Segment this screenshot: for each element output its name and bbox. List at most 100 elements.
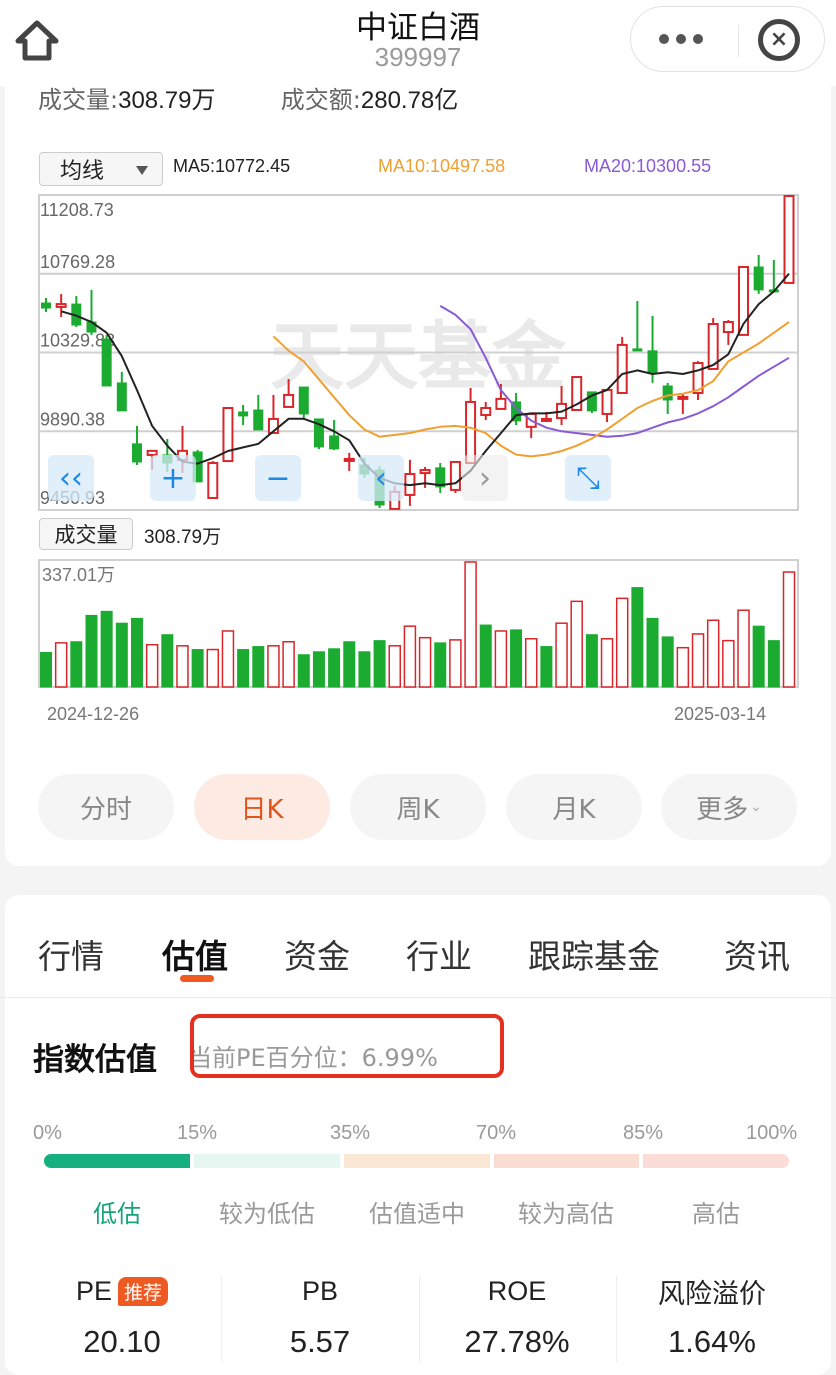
zone-label-overvalued: 高估 bbox=[692, 1200, 740, 1228]
candle-up bbox=[207, 462, 219, 499]
scroll-left-button[interactable]: ‹ bbox=[358, 455, 404, 501]
volume-bar-down bbox=[661, 636, 674, 688]
more-button[interactable] bbox=[649, 19, 713, 59]
candle-down bbox=[101, 338, 112, 387]
volume-bar-up bbox=[267, 645, 280, 688]
candle-up bbox=[343, 457, 355, 462]
metric-value: 5.57 bbox=[289, 1324, 351, 1359]
scroll-start-button[interactable]: ‹‹ bbox=[48, 455, 94, 501]
metric-risk-premium[interactable]: 风险溢价 1.64% bbox=[612, 1272, 812, 1360]
candle-up bbox=[449, 460, 461, 491]
volume-bar-up bbox=[555, 622, 568, 688]
zone-label-fair: 估值适中 bbox=[369, 1200, 465, 1228]
scale-tick: 85% bbox=[623, 1122, 664, 1144]
scale-segment bbox=[344, 1154, 490, 1168]
scroll-right-button[interactable]: › bbox=[462, 455, 508, 501]
active-tab-indicator bbox=[180, 975, 214, 982]
volume-bar-up bbox=[782, 571, 796, 688]
tab-news[interactable]: 资讯 bbox=[724, 930, 790, 978]
candle-down bbox=[298, 386, 309, 415]
volume-bar-down bbox=[297, 654, 310, 688]
period-tab-label: 分时 bbox=[79, 794, 132, 825]
more-dots-icon bbox=[659, 34, 669, 44]
volume-bar-down bbox=[130, 617, 143, 688]
candle-down bbox=[662, 385, 673, 401]
turnover-value: 280.78亿 bbox=[360, 87, 459, 114]
candle-down bbox=[253, 409, 264, 431]
end-date: 2025-03-14 bbox=[674, 704, 767, 724]
volume-bar-up bbox=[145, 643, 159, 688]
close-circle-icon: × bbox=[769, 27, 789, 52]
scale-tick: 15% bbox=[177, 1122, 218, 1144]
metric-name: ROE bbox=[487, 1275, 547, 1306]
metric-value: 27.78% bbox=[464, 1324, 570, 1359]
volume-bar-up bbox=[722, 639, 735, 688]
volume-indicator-select[interactable]: 成交量 bbox=[39, 518, 133, 550]
zone-label-slightly-undervalued: 较为低估 bbox=[219, 1200, 315, 1228]
volume-bar-up bbox=[388, 645, 402, 688]
metric-name: 风险溢价 bbox=[658, 1278, 766, 1309]
metric-name: PB bbox=[301, 1275, 339, 1306]
y-tick-label: 11208.73 bbox=[40, 200, 114, 220]
candle-down bbox=[753, 266, 764, 291]
more-dot bbox=[676, 34, 686, 44]
period-tab-more[interactable]: 更多 ⌄ bbox=[661, 774, 797, 840]
chevron-right-icon: › bbox=[479, 460, 491, 496]
volume-bar-down bbox=[631, 587, 644, 688]
scale-tick: 100% bbox=[746, 1122, 798, 1144]
volume-bar-down bbox=[373, 640, 386, 688]
candle-down bbox=[647, 350, 658, 374]
zoom-out-button[interactable]: − bbox=[255, 455, 301, 501]
main-tabs: 行情 估值 资金 行业 跟踪基金 资讯 bbox=[0, 918, 836, 998]
candle-up bbox=[419, 469, 431, 475]
tab-funds-flow[interactable]: 资金 bbox=[284, 930, 350, 978]
close-button[interactable]: × bbox=[758, 19, 800, 61]
volume-current-value: 308.79万 bbox=[144, 527, 222, 548]
period-tab-monthly[interactable]: 月K bbox=[506, 774, 642, 840]
volume-bar-down bbox=[312, 651, 325, 688]
volume-bar-down bbox=[752, 625, 765, 688]
metric-pe[interactable]: PE 推荐 20.10 bbox=[22, 1272, 222, 1360]
chevron-down-icon: ⌄ bbox=[750, 799, 762, 815]
volume-bar-up bbox=[737, 609, 750, 688]
candle-down bbox=[329, 435, 340, 450]
candle-down bbox=[632, 348, 643, 352]
candle-up bbox=[465, 400, 477, 465]
start-date: 2024-12-26 bbox=[47, 704, 140, 724]
tab-valuation[interactable]: 估值 bbox=[162, 930, 228, 978]
volume-value: 308.79万 bbox=[118, 87, 216, 114]
volume-bar-up bbox=[206, 648, 220, 688]
highlight-annotation bbox=[190, 1014, 504, 1078]
candle-down bbox=[116, 382, 127, 412]
volume-bar-up bbox=[494, 630, 508, 688]
mini-program-capsule: × bbox=[630, 6, 825, 72]
period-tab-label: 周K bbox=[396, 794, 440, 825]
tab-tracking-funds[interactable]: 跟踪基金 bbox=[528, 930, 660, 978]
fullscreen-button[interactable]: ⤡ bbox=[565, 455, 611, 501]
candle-up bbox=[495, 397, 507, 410]
tab-industry[interactable]: 行业 bbox=[406, 930, 472, 978]
tab-market[interactable]: 行情 bbox=[38, 930, 104, 978]
volume-bar-down bbox=[646, 617, 659, 688]
metric-pb[interactable]: PB 5.57 bbox=[220, 1272, 420, 1360]
period-tab-daily[interactable]: 日K bbox=[194, 774, 330, 840]
watermark: 天天基金 bbox=[270, 314, 567, 400]
volume-bar-down bbox=[115, 622, 128, 688]
candle-up bbox=[283, 393, 295, 408]
volume-bar-down bbox=[237, 649, 250, 688]
period-tab-intraday[interactable]: 分时 bbox=[38, 774, 174, 840]
volume-bar-down bbox=[191, 649, 204, 688]
candle-up bbox=[616, 343, 628, 394]
period-tab-label: 更多 bbox=[696, 794, 749, 825]
more-dot bbox=[693, 34, 703, 44]
candle-down bbox=[131, 443, 142, 463]
scale-segment bbox=[643, 1154, 789, 1168]
volume-bar-down bbox=[767, 640, 780, 688]
metric-roe[interactable]: ROE 27.78% bbox=[417, 1272, 617, 1360]
period-tab-weekly[interactable]: 周K bbox=[350, 774, 486, 840]
zoom-in-button[interactable]: + bbox=[150, 455, 196, 501]
top-bar: 中证白酒 399997 × bbox=[0, 0, 836, 86]
volume-bar-down bbox=[343, 641, 356, 688]
volume-bar-up bbox=[615, 597, 629, 688]
volume-bar-down bbox=[70, 641, 83, 688]
